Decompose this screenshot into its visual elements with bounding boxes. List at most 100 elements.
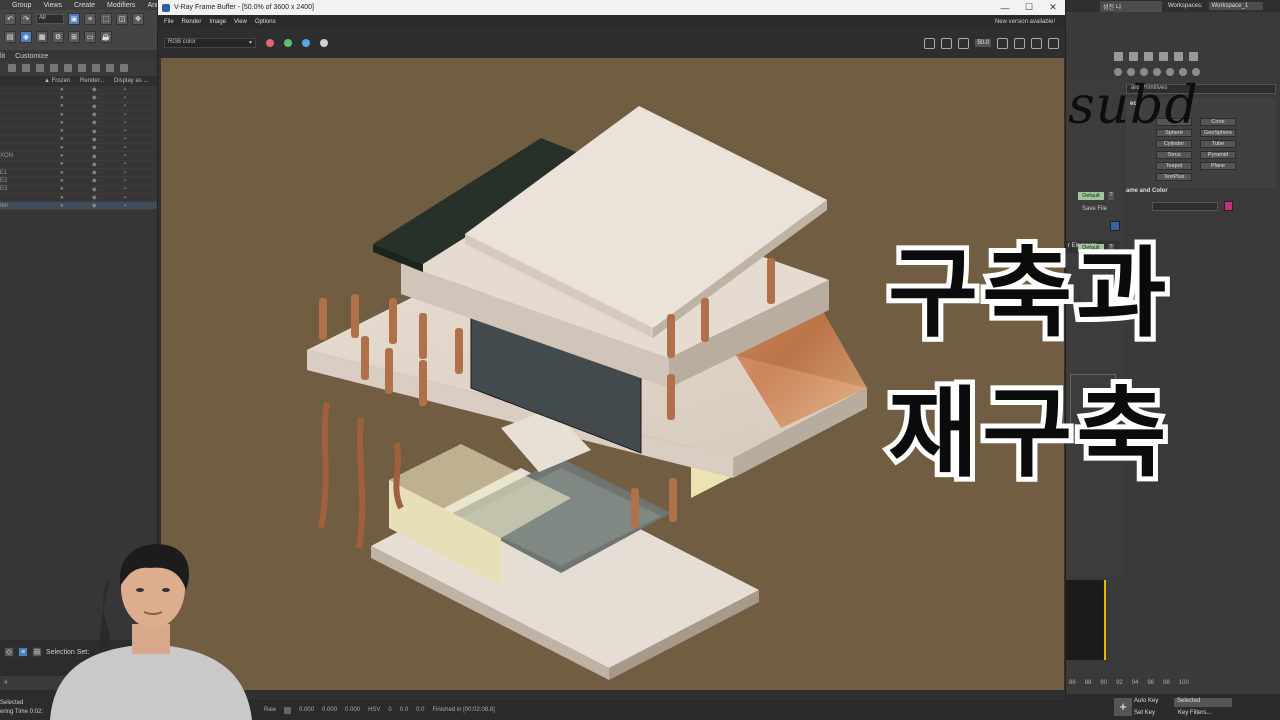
region-render-icon[interactable]: [958, 37, 970, 49]
alpha-channel-icon[interactable]: [320, 39, 328, 47]
viewport-fragment[interactable]: [1066, 580, 1106, 660]
green-channel-icon[interactable]: [284, 39, 292, 47]
teapot-render-icon[interactable]: ☕: [100, 31, 112, 43]
explorer-row[interactable]: ● ◆ ▪: [0, 94, 157, 103]
display-toggle-icon[interactable]: ▪: [124, 153, 156, 159]
renderable-toggle-icon[interactable]: ◆: [92, 194, 124, 201]
add-layer-icon[interactable]: [50, 64, 58, 72]
close-icon[interactable]: ✕: [1041, 2, 1065, 13]
color-mode-dropdown[interactable]: HSV: [368, 707, 380, 713]
primitive-button[interactable]: Plane: [1200, 162, 1236, 170]
frozen-toggle-icon[interactable]: ●: [60, 170, 92, 176]
lock-icon[interactable]: [36, 64, 44, 72]
frozen-toggle-icon[interactable]: ●: [60, 95, 92, 101]
renderable-toggle-icon[interactable]: ◆: [92, 136, 124, 143]
vfb-menu-file[interactable]: File: [164, 19, 174, 25]
object-color-swatch[interactable]: [1224, 201, 1233, 211]
renderable-toggle-icon[interactable]: ◆: [92, 111, 124, 118]
display-toggle-icon[interactable]: ▪: [124, 103, 156, 109]
renderable-toggle-icon[interactable]: ◆: [92, 119, 124, 126]
save-file-label[interactable]: Save File: [1082, 206, 1107, 212]
undo-icon[interactable]: ↶: [4, 13, 16, 25]
frozen-toggle-icon[interactable]: ●: [60, 136, 92, 142]
frozen-toggle-icon[interactable]: ●: [60, 128, 92, 134]
settings-icon[interactable]: [120, 64, 128, 72]
display-toggle-icon[interactable]: ▪: [124, 136, 156, 142]
select-object-icon[interactable]: ▣: [68, 13, 80, 25]
close-icon[interactable]: [8, 64, 16, 72]
vfb-menu-image[interactable]: Image: [209, 19, 226, 25]
explorer-row[interactable]: ● ◆ ▪: [0, 119, 157, 128]
channel-dropdown[interactable]: RGB color ▾: [164, 38, 256, 48]
primitive-button[interactable]: Cylinder: [1156, 140, 1192, 148]
minimize-icon[interactable]: —: [993, 3, 1017, 13]
utilities-tab-icon[interactable]: [1189, 52, 1198, 61]
explorer-tab-edit[interactable]: lit: [0, 53, 5, 62]
explorer-tab-customize[interactable]: Customize: [15, 53, 48, 62]
render-setup-icon[interactable]: ⚙: [52, 31, 64, 43]
filter-icon[interactable]: [22, 64, 30, 72]
maximize-icon[interactable]: ☐: [1017, 2, 1041, 13]
set-key-button[interactable]: Set Key: [1134, 710, 1155, 716]
interactive-render-icon[interactable]: [1014, 37, 1025, 49]
renderable-toggle-icon[interactable]: ◆: [92, 128, 124, 135]
column-frozen[interactable]: ▲ Frozen: [44, 78, 80, 84]
rect-selection-icon[interactable]: ⬚: [100, 13, 112, 25]
save-all-icon[interactable]: [941, 37, 953, 49]
display-icon[interactable]: [92, 64, 100, 72]
save-image-icon[interactable]: [924, 37, 936, 49]
redo-icon[interactable]: ↷: [20, 13, 32, 25]
display-toggle-icon[interactable]: ▪: [124, 87, 156, 93]
spacewarps-icon[interactable]: [1179, 68, 1187, 76]
window-crossing-icon[interactable]: ◫: [116, 13, 128, 25]
frozen-toggle-icon[interactable]: ●: [60, 178, 92, 184]
renderable-toggle-icon[interactable]: ◆: [92, 161, 124, 168]
vfb-menu-render[interactable]: Render: [182, 19, 202, 25]
render-frame-icon[interactable]: ⊞: [68, 31, 80, 43]
workspace-dropdown[interactable]: Workspace_1: [1208, 2, 1263, 10]
stop-render-icon[interactable]: [1048, 37, 1059, 49]
vfb-titlebar[interactable]: V-Ray Frame Buffer - [50.0% of 3600 x 24…: [158, 0, 1065, 15]
shapes-icon[interactable]: [1127, 68, 1135, 76]
explorer-row[interactable]: ● ◆ ▪: [0, 111, 157, 120]
new-version-notice[interactable]: New version available!: [995, 19, 1055, 25]
explorer-row[interactable]: ● ◆ ▪: [0, 194, 157, 203]
frozen-toggle-icon[interactable]: ●: [60, 120, 92, 126]
layer-explorer-icon[interactable]: ◉: [20, 31, 32, 43]
display-toggle-icon[interactable]: ▪: [124, 203, 156, 209]
menu-group[interactable]: Group: [12, 2, 31, 9]
primitive-button[interactable]: Tube: [1200, 140, 1236, 148]
render-teapot-icon[interactable]: [1031, 37, 1042, 49]
display-toggle-icon[interactable]: ▪: [124, 178, 156, 184]
help-button-1[interactable]: ?: [1108, 192, 1114, 200]
create-tab-icon[interactable]: [1114, 52, 1123, 61]
display-toggle-icon[interactable]: ▪: [124, 120, 156, 126]
scene-explorer-icon[interactable]: ▤: [4, 31, 16, 43]
layer-icon[interactable]: [64, 64, 72, 72]
user-account[interactable]: 성진 나: [1100, 0, 1162, 12]
display-toggle-icon[interactable]: ▪: [124, 95, 156, 101]
explorer-row[interactable]: ● ◆ ▪: [0, 161, 157, 169]
column-display-as[interactable]: Display as ...: [114, 78, 148, 84]
primitive-button[interactable]: GeoSphere: [1200, 129, 1236, 137]
menu-create[interactable]: Create: [74, 2, 95, 9]
vfb-menu-options[interactable]: Options: [255, 19, 276, 25]
key-filters-button[interactable]: Key Filters...: [1178, 710, 1211, 716]
systems-icon[interactable]: [1192, 68, 1200, 76]
explorer-row[interactable]: ● ◆ ▪: [0, 144, 157, 153]
fit-icon[interactable]: [997, 37, 1008, 49]
select-by-name-icon[interactable]: ≡: [84, 13, 96, 25]
helpers-icon[interactable]: [1166, 68, 1174, 76]
frozen-toggle-icon[interactable]: ●: [60, 203, 92, 209]
renderable-toggle-icon[interactable]: ◆: [92, 103, 124, 110]
display-toggle-icon[interactable]: ▪: [124, 161, 156, 167]
red-channel-icon[interactable]: [266, 39, 274, 47]
primitive-button[interactable]: Pyramid: [1200, 151, 1236, 159]
frozen-toggle-icon[interactable]: ●: [60, 195, 92, 201]
menu-views[interactable]: Views: [43, 2, 62, 9]
explorer-row[interactable]: E3 ● ◆ ▪: [0, 186, 157, 194]
default-button-1[interactable]: Default: [1078, 192, 1104, 200]
frozen-toggle-icon[interactable]: ●: [60, 103, 92, 109]
frozen-toggle-icon[interactable]: ●: [60, 87, 92, 93]
display-tab-icon[interactable]: [1174, 52, 1183, 61]
